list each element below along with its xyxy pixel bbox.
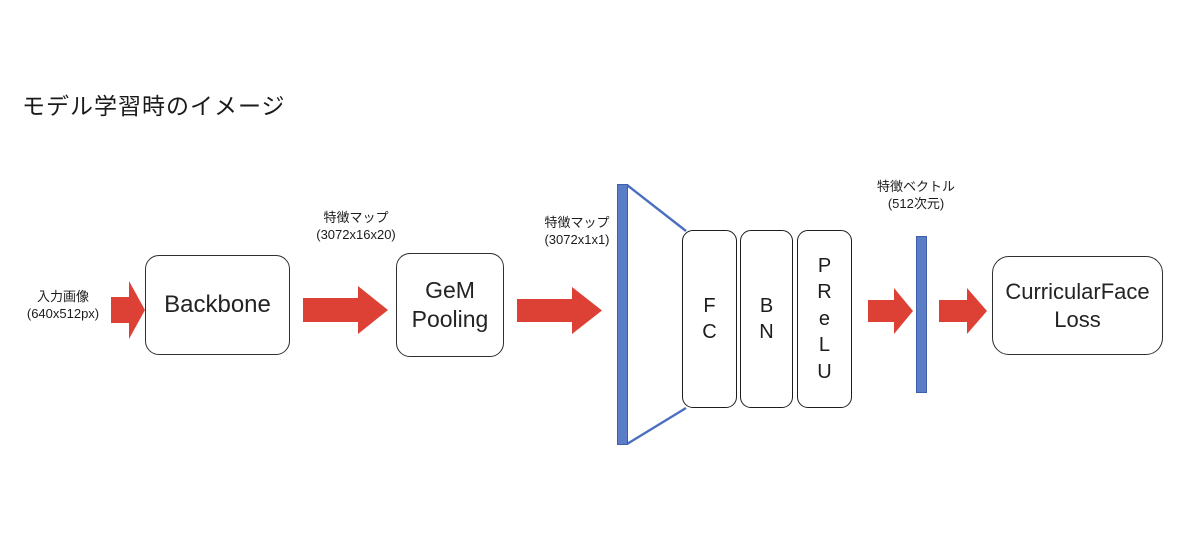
arrow-vector-to-loss [939,288,987,334]
arrow-gem-to-head [517,287,602,334]
block-fc-letter-1: C [702,321,717,343]
diagram-canvas: モデル学習時のイメージ 入力画像 (640x512px) Backbone 特徴… [0,0,1200,555]
caption-input-image-line1: 入力画像 [36,289,89,304]
blue-bar-feature-vector [916,236,927,393]
block-gem-pooling-label-line2: Pooling [411,306,489,332]
caption-feature-vector: 特徴ベクトル (512次元) [855,178,977,212]
block-fc-letter-0: F [703,294,716,317]
block-bn-letter-0: B [759,294,774,317]
block-gem-pooling-label-line1: GeM [425,277,475,304]
block-prelu-letter-4: U [817,360,832,383]
block-bn-letters: B N [759,293,773,346]
block-fc-letters: F C [702,293,716,346]
caption-feature-map-1-line1: 特徴マップ [323,210,389,225]
caption-input-image-line2: (640x512px) [26,306,100,321]
block-prelu[interactable]: P R e L U [797,230,852,408]
block-prelu-letter-1: R [817,281,832,304]
block-gem-pooling[interactable]: GeM Pooling [396,253,504,357]
caption-feature-map-1: 特徴マップ (3072x16x20) [290,209,422,243]
caption-input-image: 入力画像 (640x512px) [8,288,118,322]
block-bn-letter-1: N [759,321,774,343]
arrow-head-to-vector [868,288,913,334]
block-backbone[interactable]: Backbone [145,255,290,355]
block-backbone-label: Backbone [164,291,271,318]
arrow-backbone-to-gem [303,286,388,334]
block-fc[interactable]: F C [682,230,737,408]
block-curricularface-loss-label-line1: CurricularFace [1005,279,1150,304]
block-curricularface-loss[interactable]: CurricularFace Loss [992,256,1163,355]
page-title: モデル学習時のイメージ [22,93,286,119]
caption-feature-vector-line2: (512次元) [887,196,945,211]
block-prelu-letter-2: e [818,307,831,330]
block-prelu-letters: P R e L U [817,253,831,385]
block-curricularface-loss-label-line2: Loss [1054,306,1101,332]
caption-feature-map-1-line2: (3072x16x20) [316,227,396,242]
block-bn[interactable]: B N [740,230,793,408]
arrow-input-to-backbone [111,281,145,339]
blue-bar-feature-map [617,184,628,445]
block-prelu-letter-3: L [818,334,831,357]
caption-feature-vector-line1: 特徴ベクトル [876,179,955,194]
block-prelu-letter-0: P [817,255,832,278]
